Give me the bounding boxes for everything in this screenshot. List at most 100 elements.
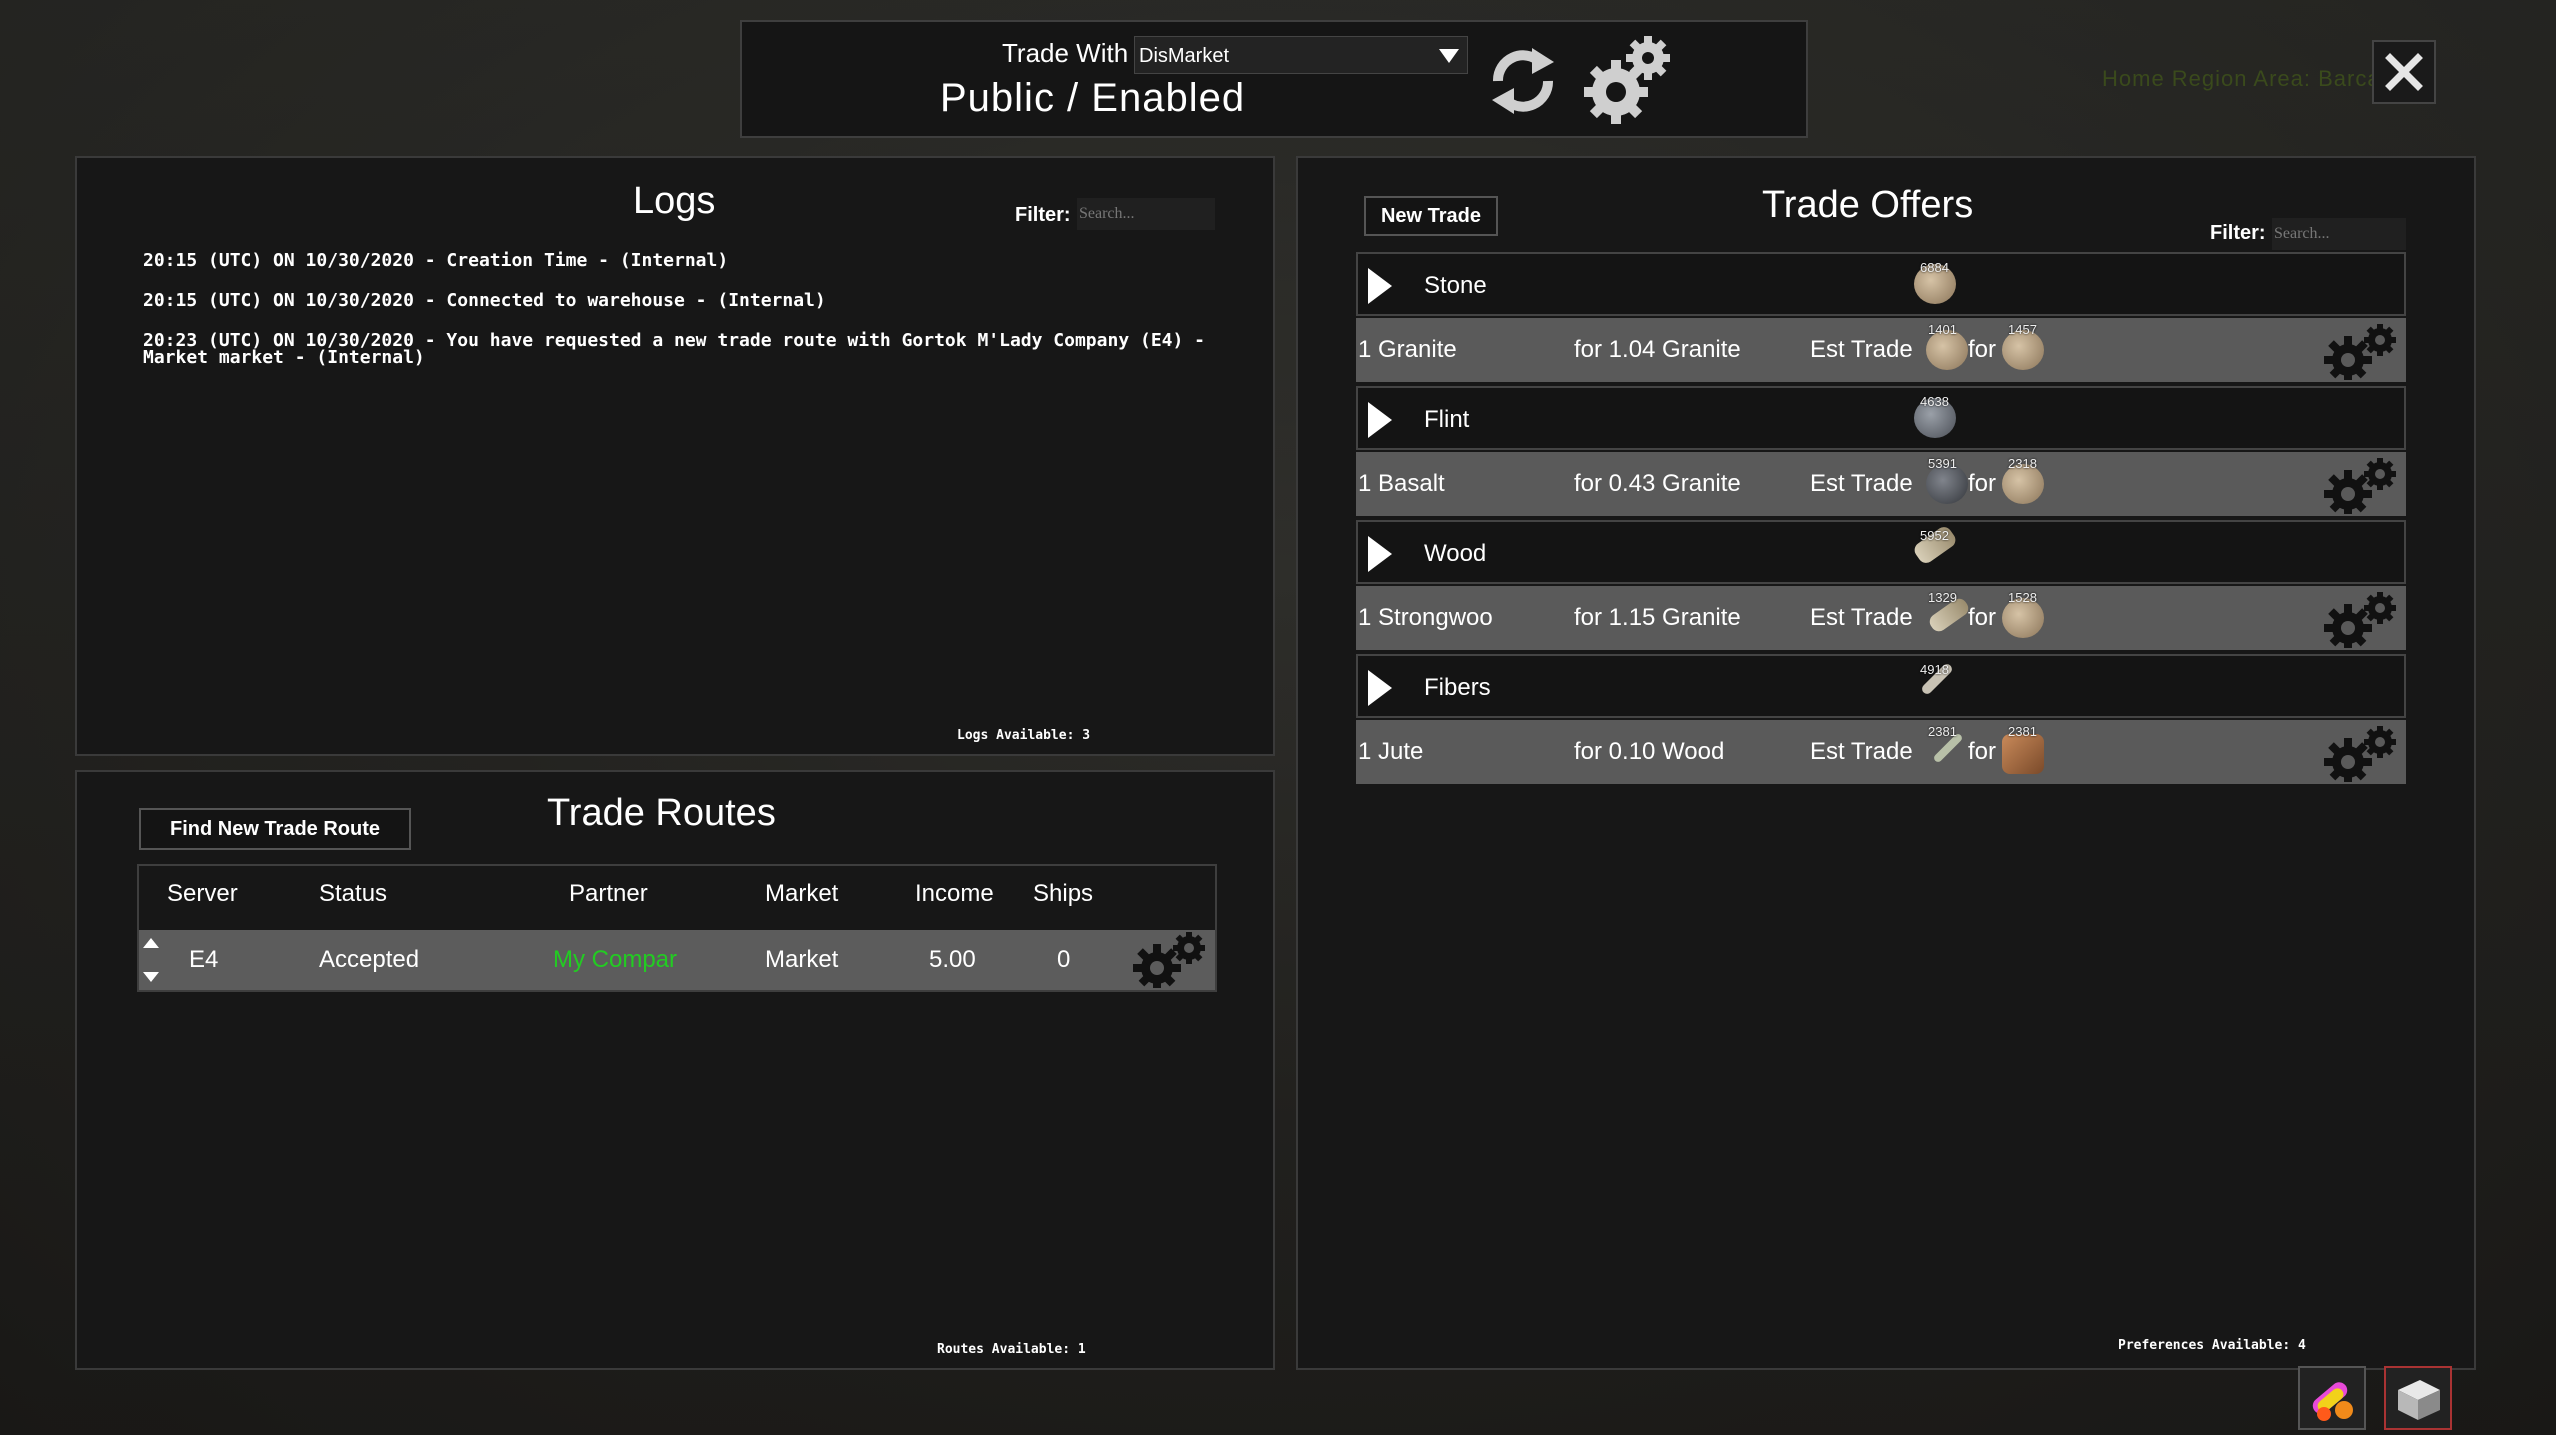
- log-entry: 20:15 (UTC) ON 10/30/2020 - Connected to…: [143, 290, 826, 311]
- resource-count: 4638: [1920, 394, 1949, 409]
- gear-icon[interactable]: [1578, 30, 1678, 126]
- route-server: E4: [189, 946, 219, 973]
- category-name: Wood: [1424, 540, 1487, 567]
- category-name: Fibers: [1424, 674, 1491, 701]
- log-entry: 20:15 (UTC) ON 10/30/2020 - Creation Tim…: [143, 250, 729, 271]
- offer-for-label: for: [1968, 604, 1997, 631]
- preferences-available-label: Preferences Available:: [2118, 1338, 2291, 1353]
- category-row-flint[interactable]: Flint 4638: [1356, 386, 2406, 450]
- logs-panel: Logs Filter: 20:15 (UTC) ON 10/30/2020 -…: [75, 156, 1275, 756]
- routes-available-label: Routes Available:: [937, 1342, 1071, 1357]
- resource-count: 6884: [1920, 260, 1949, 275]
- get-count: 1457: [2008, 322, 2037, 337]
- gear-icon[interactable]: [2318, 590, 2404, 648]
- column-header-server[interactable]: Server: [167, 880, 238, 908]
- give-count: 5391: [1928, 456, 1957, 471]
- offer-item: 1 Strongwoo: [1358, 604, 1493, 631]
- offer-rate: for 0.43 Granite: [1574, 470, 1741, 497]
- category-row-stone[interactable]: Stone 6884: [1356, 252, 2406, 316]
- expand-icon[interactable]: [1368, 536, 1392, 572]
- give-count: 1329: [1928, 590, 1957, 605]
- gear-icon[interactable]: [2318, 456, 2404, 514]
- expand-icon[interactable]: [1368, 268, 1392, 304]
- trade-header-bar: Trade With DisMarket Public / Enabled: [740, 20, 1808, 138]
- offer-item: 1 Basalt: [1358, 470, 1445, 497]
- column-header-income[interactable]: Income: [915, 880, 994, 908]
- dock-button-pills[interactable]: [2298, 1366, 2366, 1430]
- dock-button-crate[interactable]: [2384, 1366, 2452, 1430]
- routes-available-count: 1: [1077, 1342, 1086, 1357]
- column-header-partner[interactable]: Partner: [569, 880, 648, 908]
- offer-rate: for 1.15 Granite: [1574, 604, 1741, 631]
- trade-routes-panel: Find New Trade Route Trade Routes Server…: [75, 770, 1275, 1370]
- column-header-ships[interactable]: Ships: [1033, 880, 1093, 908]
- route-income: 5.00: [929, 946, 976, 973]
- trade-offer-row[interactable]: 1 Basalt for 0.43 Granite Est Trade 5391…: [1356, 452, 2406, 516]
- offers-filter-input[interactable]: [2272, 218, 2406, 250]
- offer-est-label: Est Trade: [1810, 336, 1913, 363]
- offer-for-label: for: [1968, 470, 1997, 497]
- refresh-icon[interactable]: [1478, 36, 1568, 126]
- category-row-wood[interactable]: Wood 5952: [1356, 520, 2406, 584]
- trade-offer-row[interactable]: 1 Jute for 0.10 Wood Est Trade 2381 for …: [1356, 720, 2406, 784]
- give-count: 2381: [1928, 724, 1957, 739]
- category-name: Stone: [1424, 272, 1487, 299]
- chevron-down-icon: [1439, 49, 1459, 63]
- category-name: Flint: [1424, 406, 1470, 433]
- preferences-available: Preferences Available: 4: [2118, 1338, 2306, 1353]
- trade-with-value: DisMarket: [1139, 45, 1230, 67]
- route-ships: 0: [1057, 946, 1071, 973]
- logs-filter-label: Filter:: [1015, 204, 1071, 226]
- gear-icon[interactable]: [2318, 724, 2404, 782]
- category-row-fibers[interactable]: Fibers 4918: [1356, 654, 2406, 718]
- offer-item: 1 Granite: [1358, 336, 1457, 363]
- trade-offer-row[interactable]: 1 Strongwoo for 1.15 Granite Est Trade 1…: [1356, 586, 2406, 650]
- close-button[interactable]: [2372, 40, 2436, 104]
- offers-filter-label: Filter:: [2210, 222, 2266, 244]
- column-header-market[interactable]: Market: [765, 880, 838, 908]
- offer-rate: for 1.04 Granite: [1574, 336, 1741, 363]
- find-new-trade-route-button[interactable]: Find New Trade Route: [139, 808, 411, 850]
- offer-rate: for 0.10 Wood: [1574, 738, 1725, 765]
- offer-for-label: for: [1968, 336, 1997, 363]
- expand-icon[interactable]: [1368, 670, 1392, 706]
- trade-with-select[interactable]: DisMarket: [1134, 36, 1468, 74]
- background-hud-text: Home Region Area: Barca: [2102, 66, 2381, 91]
- close-icon: [2385, 53, 2423, 91]
- crate-icon: [2398, 1380, 2440, 1420]
- logs-available: Logs Available: 3: [957, 728, 1090, 743]
- column-header-status[interactable]: Status: [319, 880, 387, 908]
- routes-available: Routes Available: 1: [937, 1342, 1086, 1357]
- resource-count: 5952: [1920, 528, 1949, 543]
- logs-available-count: 3: [1082, 728, 1091, 743]
- offer-for-label: for: [1968, 738, 1997, 765]
- route-status: Accepted: [319, 946, 420, 973]
- preferences-available-count: 4: [2298, 1338, 2306, 1353]
- route-partner[interactable]: My Compar: [553, 946, 677, 974]
- give-count: 1401: [1928, 322, 1957, 337]
- offer-est-label: Est Trade: [1810, 738, 1913, 765]
- pills-icon: [2312, 1382, 2353, 1421]
- trade-routes-title: Trade Routes: [547, 792, 776, 834]
- expand-icon[interactable]: [1368, 402, 1392, 438]
- new-trade-button[interactable]: New Trade: [1364, 196, 1498, 236]
- offer-est-label: Est Trade: [1810, 470, 1913, 497]
- trade-offer-row[interactable]: 1 Granite for 1.04 Granite Est Trade 140…: [1356, 318, 2406, 382]
- get-count: 1528: [2008, 590, 2037, 605]
- resource-count: 4918: [1920, 662, 1949, 677]
- log-entry: 20:23 (UTC) ON 10/30/2020 - You have req…: [143, 330, 1206, 368]
- gear-icon[interactable]: [1127, 930, 1213, 988]
- reorder-arrows-icon[interactable]: [141, 934, 161, 986]
- gear-icon[interactable]: [2318, 322, 2404, 380]
- logs-filter-input[interactable]: [1077, 198, 1215, 230]
- trade-offers-panel: New Trade Trade Offers Filter: Stone 688…: [1296, 156, 2476, 1370]
- get-count: 2318: [2008, 456, 2037, 471]
- trade-offers-title: Trade Offers: [1762, 184, 1974, 226]
- trade-routes-table: Server Status Partner Market Income Ship…: [137, 864, 1217, 992]
- wood-icon: [2002, 734, 2044, 774]
- table-row[interactable]: E4 Accepted My Compar Market 5.00 0: [139, 930, 1215, 990]
- offer-item: 1 Jute: [1358, 738, 1424, 765]
- trade-status: Public / Enabled: [940, 76, 1246, 120]
- get-count: 2381: [2008, 724, 2037, 739]
- offer-est-label: Est Trade: [1810, 604, 1913, 631]
